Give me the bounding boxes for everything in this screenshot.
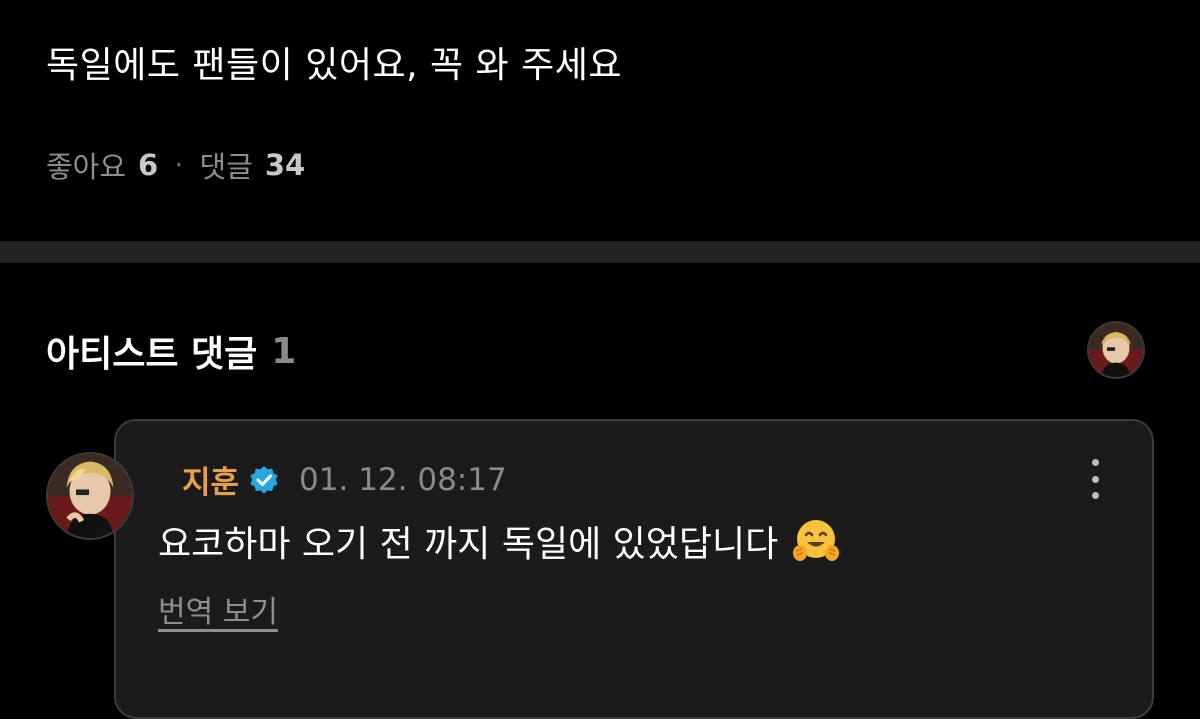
comment-text: 요코하마 오기 전 까지 독일에 있었답니다 [158, 524, 779, 565]
verified-badge-icon [250, 465, 278, 494]
comment-timestamp: 01. 12. 08:17 [299, 461, 507, 498]
comments-count: 34 [264, 148, 306, 182]
likes-label[interactable]: 좋아요 [46, 144, 126, 186]
artist-comments-title: 아티스트 댓글 [46, 334, 258, 375]
post-stats: 좋아요 6 · 댓글 34 [46, 144, 305, 186]
see-translation-link[interactable]: 번역 보기 [158, 587, 278, 631]
comment-body: 요코하마 오기 전 까지 독일에 있었답니다 [158, 515, 840, 567]
artist-avatar-small[interactable] [1087, 321, 1145, 379]
comment-author[interactable]: 지훈 [182, 457, 239, 502]
post-text: 독일에도 팬들이 있어요, 꼭 와 주세요 [46, 45, 622, 86]
artist-comments-count: 1 [271, 330, 297, 372]
commenter-avatar-image [48, 454, 132, 538]
hugging-face-emoji-icon [793, 520, 840, 561]
more-options-icon[interactable] [1090, 459, 1100, 499]
comment-header: 지훈 01. 12. 08:17 [182, 457, 507, 502]
comments-label[interactable]: 댓글 [199, 144, 252, 186]
artist-avatar-image [1089, 323, 1143, 377]
artist-comments-heading: 아티스트 댓글 1 [46, 325, 296, 377]
likes-count: 6 [138, 148, 159, 182]
artist-comment-card: 지훈 01. 12. 08:17 요코하마 오기 전 까지 독일에 있었답니다 … [114, 419, 1154, 719]
commenter-avatar[interactable] [46, 452, 134, 540]
stats-separator: · [174, 148, 184, 182]
section-divider [0, 241, 1200, 263]
